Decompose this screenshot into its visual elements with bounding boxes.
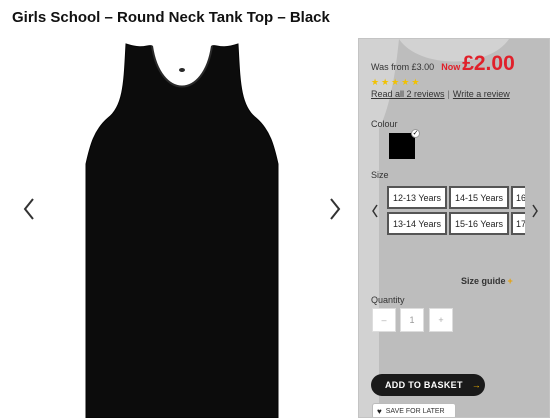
size-next-button[interactable]	[529, 201, 541, 221]
gallery-next-button[interactable]	[324, 195, 346, 223]
size-option[interactable]: 12-13 Years	[387, 186, 447, 209]
heart-icon: ♥	[377, 406, 382, 416]
star-icon: ★	[411, 77, 420, 87]
quantity-decrease-button[interactable]: –	[372, 308, 396, 332]
arrow-right-icon: →	[471, 380, 482, 390]
size-option[interactable]: 16	[511, 186, 525, 209]
was-price: Was from £3.00	[371, 62, 435, 72]
size-option[interactable]: 15-16 Years	[449, 212, 509, 235]
chevron-right-icon	[330, 198, 341, 220]
quantity-increase-button[interactable]: +	[429, 308, 453, 332]
size-options: 12-13 Years 13-14 Years 14-15 Years 15-1…	[387, 184, 525, 240]
star-rating: ★ ★ ★ ★ ★	[371, 78, 419, 87]
size-option[interactable]: 14-15 Years	[449, 186, 509, 209]
write-review-link[interactable]: Write a review	[453, 89, 510, 99]
size-guide-label: Size guide	[461, 276, 506, 286]
selected-check-icon: ✓	[411, 129, 420, 138]
product-gallery	[12, 40, 348, 418]
chevron-right-icon	[532, 204, 538, 218]
colour-label: Colour	[371, 119, 398, 129]
reviews-links: Read all 2 reviews | Write a review	[371, 89, 510, 99]
read-reviews-link[interactable]: Read all 2 reviews	[371, 89, 445, 99]
colour-swatch-black[interactable]	[389, 133, 415, 159]
size-label: Size	[371, 170, 389, 180]
star-icon: ★	[391, 77, 400, 87]
page-title: Girls School – Round Neck Tank Top – Bla…	[12, 9, 330, 26]
quantity-input[interactable]: 1	[400, 308, 424, 332]
size-option[interactable]: 17	[511, 212, 525, 235]
plus-icon: +	[507, 276, 513, 286]
purchase-panel: Was from £3.00 Now £2.00 ★ ★ ★ ★ ★ Read …	[358, 38, 550, 418]
size-option[interactable]: 13-14 Years	[387, 212, 447, 235]
add-to-basket-label: ADD TO BASKET	[385, 380, 463, 390]
now-label: Now	[441, 62, 461, 72]
star-icon: ★	[381, 77, 390, 87]
size-prev-button[interactable]	[369, 201, 381, 221]
price-row: Was from £3.00 Now £2.00	[371, 53, 515, 74]
save-for-later-button[interactable]: ♥ SAVE FOR LATER	[372, 403, 456, 417]
star-icon: ★	[401, 77, 410, 87]
reviews-separator: |	[447, 89, 450, 99]
chevron-left-icon	[23, 198, 34, 220]
product-image-tank-top	[85, 43, 279, 418]
current-price: £2.00	[462, 52, 515, 75]
size-guide-link[interactable]: Size guide +	[461, 276, 513, 286]
quantity-label: Quantity	[371, 295, 405, 305]
chevron-left-icon	[372, 204, 378, 218]
star-icon: ★	[371, 77, 380, 87]
add-to-basket-button[interactable]: ADD TO BASKET →	[371, 374, 485, 396]
save-for-later-label: SAVE FOR LATER	[385, 407, 445, 415]
gallery-prev-button[interactable]	[18, 195, 40, 223]
